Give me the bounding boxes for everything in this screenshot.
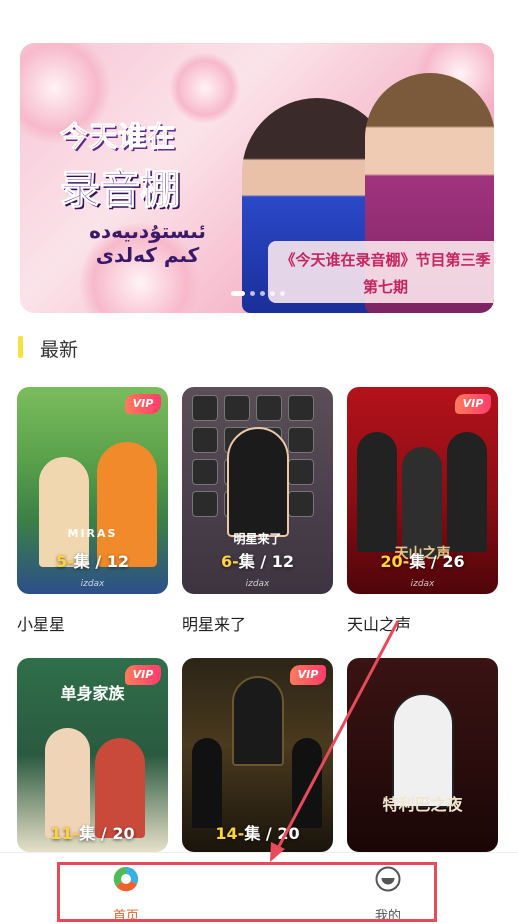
carousel-dot[interactable] [260, 291, 265, 296]
show-card[interactable]: MIRAS VIP 5-集 / 12 izdax 小星星 [17, 387, 168, 635]
show-poster[interactable]: 单身家族 VIP 11-集 / 20 [17, 658, 168, 852]
show-poster[interactable]: 明星来了 6-集 / 12 izdax [182, 387, 333, 594]
carousel-dot[interactable] [270, 291, 275, 296]
show-title[interactable]: 小星星 [17, 611, 168, 635]
show-card[interactable]: VIP 14-集 / 20 [182, 658, 333, 852]
show-logo: 今天谁在 录音棚 ئىستۇدىيەدە كىم كەلدى [60, 120, 206, 268]
show-card[interactable]: 单身家族 VIP 11-集 / 20 [17, 658, 168, 852]
carousel-dot[interactable] [250, 291, 255, 296]
show-poster[interactable]: MIRAS VIP 5-集 / 12 izdax [17, 387, 168, 594]
show-poster[interactable]: 特利巴之夜 [347, 658, 498, 852]
banner-caption: 《今天谁在录音棚》节目第三季 第七期 [268, 241, 494, 303]
show-poster[interactable]: VIP 14-集 / 20 [182, 658, 333, 852]
carousel-indicator [231, 291, 285, 296]
nav-home[interactable]: 首页 [86, 865, 166, 924]
section-title: 最新 [40, 339, 79, 361]
episode-count: 20-集 / 26 [380, 552, 465, 571]
brand-watermark: izdax [245, 579, 270, 589]
nav-mine-label: 我的 [374, 909, 401, 924]
vip-badge: VIP [125, 394, 161, 414]
carousel-dot-active[interactable] [231, 291, 245, 296]
carousel-dot[interactable] [280, 291, 285, 296]
brand-watermark: izdax [410, 579, 435, 589]
brand-watermark: izdax [80, 579, 105, 589]
bottom-nav: 首页 我的 [0, 852, 518, 924]
show-title[interactable]: 天山之声 [347, 611, 498, 635]
show-card[interactable]: 天山之声 VIP 20-集 / 26 izdax 天山之声 [347, 387, 498, 635]
show-card[interactable]: 特利巴之夜 [347, 658, 498, 852]
show-card[interactable]: 明星来了 6-集 / 12 izdax 明星来了 [182, 387, 333, 635]
profile-icon [375, 866, 401, 892]
show-title[interactable]: 明星来了 [182, 611, 333, 635]
vip-badge: VIP [455, 394, 491, 414]
vip-badge: VIP [290, 665, 326, 685]
episode-count: 5-集 / 12 [55, 552, 130, 571]
vip-badge: VIP [125, 665, 161, 685]
nav-mine[interactable]: 我的 [348, 865, 428, 924]
home-icon [113, 866, 139, 892]
section-accent-bar [18, 336, 23, 358]
banner-caption-episode: 第七期 [362, 278, 408, 296]
show-poster[interactable]: 天山之声 VIP 20-集 / 26 izdax [347, 387, 498, 594]
episode-count: 14-集 / 20 [215, 824, 300, 843]
episode-count: 11-集 / 20 [50, 824, 135, 843]
hero-banner[interactable]: 今天谁在 录音棚 ئىستۇدىيەدە كىم كەلدى 《今天谁在录音棚》… [20, 43, 494, 313]
banner-caption-title: 《今天谁在录音棚》节目第三季 [280, 251, 491, 269]
nav-home-label: 首页 [112, 909, 139, 924]
episode-count: 6-集 / 12 [220, 552, 295, 571]
